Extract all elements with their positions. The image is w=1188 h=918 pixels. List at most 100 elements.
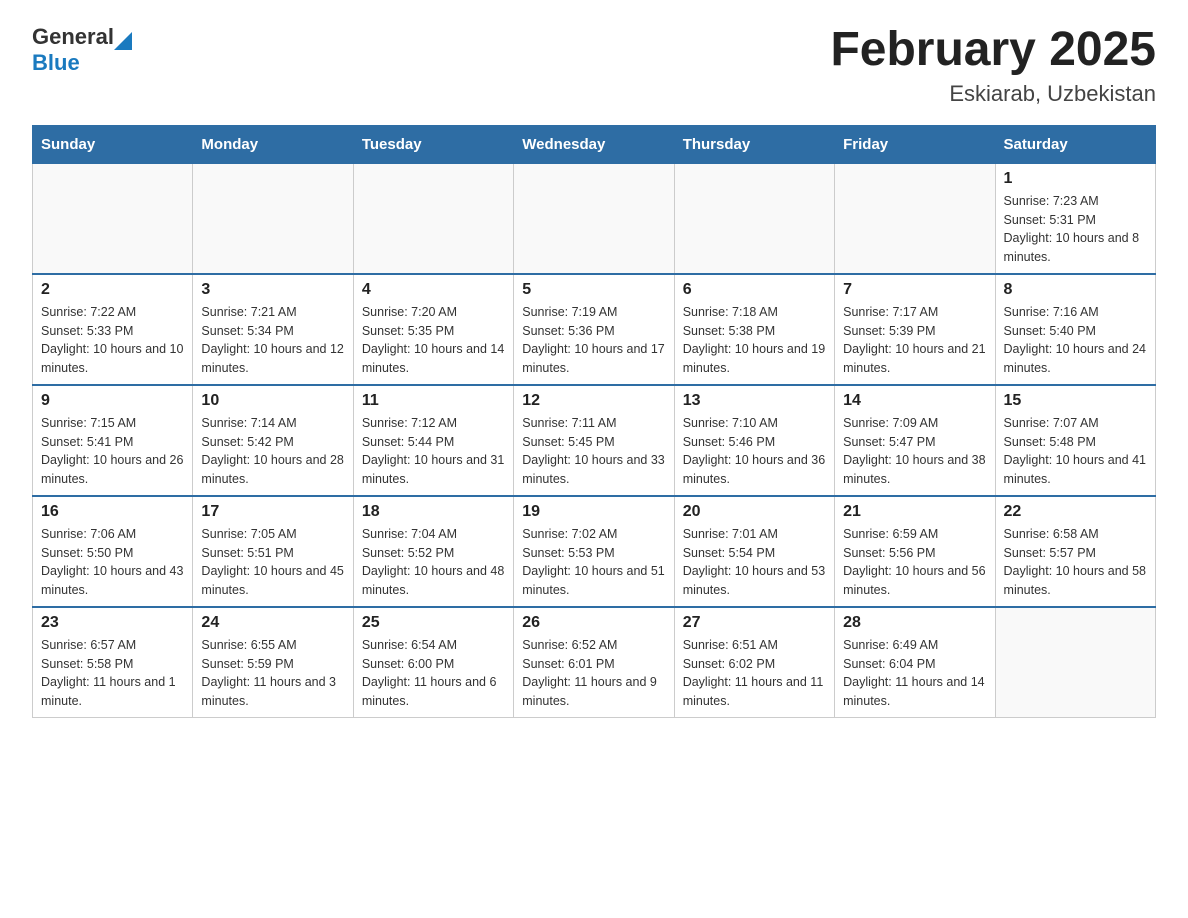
day-info: Sunrise: 6:54 AMSunset: 6:00 PMDaylight:… [362, 636, 505, 711]
table-row: 27 Sunrise: 6:51 AMSunset: 6:02 PMDayligh… [674, 607, 834, 718]
day-number: 27 [683, 614, 826, 632]
day-info: Sunrise: 7:15 AMSunset: 5:41 PMDaylight:… [41, 414, 184, 489]
table-row: 11 Sunrise: 7:12 AMSunset: 5:44 PMDayligh… [353, 385, 513, 496]
table-row: 26Sunrise: 6:52 AMSunset: 6:01 PMDayligh… [514, 607, 674, 718]
calendar-week-3: 9 Sunrise: 7:15 AMSunset: 5:41 PMDaylight… [33, 385, 1156, 496]
table-row: 20Sunrise: 7:01 AMSunset: 5:54 PMDayligh… [674, 496, 834, 607]
day-number: 7 [843, 281, 986, 299]
day-info: Sunrise: 7:16 AMSunset: 5:40 PMDaylight:… [1004, 303, 1147, 378]
day-info: Sunrise: 7:22 AMSunset: 5:33 PMDaylight:… [41, 303, 184, 378]
logo-blue-text: Blue [32, 50, 80, 75]
day-info: Sunrise: 6:57 AMSunset: 5:58 PMDaylight:… [41, 636, 184, 711]
day-info: Sunrise: 6:59 AMSunset: 5:56 PMDaylight:… [843, 525, 986, 600]
table-row: 13Sunrise: 7:10 AMSunset: 5:46 PMDayligh… [674, 385, 834, 496]
day-number: 1 [1004, 170, 1147, 188]
day-number: 2 [41, 281, 184, 299]
day-number: 15 [1004, 392, 1147, 410]
day-info: Sunrise: 7:11 AMSunset: 5:45 PMDaylight:… [522, 414, 665, 489]
table-row: 8Sunrise: 7:16 AMSunset: 5:40 PMDaylight… [995, 274, 1155, 385]
table-row: 25 Sunrise: 6:54 AMSunset: 6:00 PMDayligh… [353, 607, 513, 718]
day-info: Sunrise: 6:55 AMSunset: 5:59 PMDaylight:… [201, 636, 344, 711]
day-number: 22 [1004, 503, 1147, 521]
day-number: 16 [41, 503, 184, 521]
calendar-week-4: 16Sunrise: 7:06 AMSunset: 5:50 PMDayligh… [33, 496, 1156, 607]
day-number: 4 [362, 281, 505, 299]
table-row [353, 163, 513, 274]
table-row: 21 Sunrise: 6:59 AMSunset: 5:56 PMDayligh… [835, 496, 995, 607]
day-number: 3 [201, 281, 344, 299]
day-info: Sunrise: 7:20 AMSunset: 5:35 PMDaylight:… [362, 303, 505, 378]
day-info: Sunrise: 7:17 AMSunset: 5:39 PMDaylight:… [843, 303, 986, 378]
day-number: 23 [41, 614, 184, 632]
day-info: Sunrise: 7:18 AMSunset: 5:38 PMDaylight:… [683, 303, 826, 378]
day-info: Sunrise: 7:19 AMSunset: 5:36 PMDaylight:… [522, 303, 665, 378]
header-monday: Monday [193, 125, 353, 163]
table-row: 10 Sunrise: 7:14 AMSunset: 5:42 PMDayligh… [193, 385, 353, 496]
header-saturday: Saturday [995, 125, 1155, 163]
header-sunday: Sunday [33, 125, 193, 163]
table-row: 22 Sunrise: 6:58 AMSunset: 5:57 PMDayligh… [995, 496, 1155, 607]
header-friday: Friday [835, 125, 995, 163]
table-row: 15 Sunrise: 7:07 AMSunset: 5:48 PMDayligh… [995, 385, 1155, 496]
logo-general-text: General [32, 24, 114, 50]
day-info: Sunrise: 6:58 AMSunset: 5:57 PMDaylight:… [1004, 525, 1147, 600]
calendar-title: February 2025 [830, 24, 1156, 77]
day-info: Sunrise: 6:51 AMSunset: 6:02 PMDaylight:… [683, 636, 826, 711]
day-info: Sunrise: 7:05 AMSunset: 5:51 PMDaylight:… [201, 525, 344, 600]
day-info: Sunrise: 6:49 AMSunset: 6:04 PMDaylight:… [843, 636, 986, 711]
table-row: 1 Sunrise: 7:23 AMSunset: 5:31 PMDaylight… [995, 163, 1155, 274]
day-number: 24 [201, 614, 344, 632]
day-number: 5 [522, 281, 665, 299]
table-row: 28 Sunrise: 6:49 AMSunset: 6:04 PMDayligh… [835, 607, 995, 718]
header-tuesday: Tuesday [353, 125, 513, 163]
table-row: 2 Sunrise: 7:22 AMSunset: 5:33 PMDaylight… [33, 274, 193, 385]
table-row [514, 163, 674, 274]
day-number: 25 [362, 614, 505, 632]
table-row: 9 Sunrise: 7:15 AMSunset: 5:41 PMDaylight… [33, 385, 193, 496]
day-info: Sunrise: 7:01 AMSunset: 5:54 PMDaylight:… [683, 525, 826, 600]
table-row: 4 Sunrise: 7:20 AMSunset: 5:35 PMDaylight… [353, 274, 513, 385]
calendar-week-5: 23 Sunrise: 6:57 AMSunset: 5:58 PMDayligh… [33, 607, 1156, 718]
table-row: 18 Sunrise: 7:04 AMSunset: 5:52 PMDayligh… [353, 496, 513, 607]
calendar-title-block: February 2025 Eskiarab, Uzbekistan [830, 24, 1156, 107]
calendar-subtitle: Eskiarab, Uzbekistan [830, 81, 1156, 107]
table-row [835, 163, 995, 274]
day-number: 26 [522, 614, 665, 632]
day-info: Sunrise: 7:02 AMSunset: 5:53 PMDaylight:… [522, 525, 665, 600]
table-row: 12 Sunrise: 7:11 AMSunset: 5:45 PMDayligh… [514, 385, 674, 496]
page-header: General Blue February 2025 Eskiarab, Uzb… [32, 24, 1156, 107]
table-row: 3 Sunrise: 7:21 AMSunset: 5:34 PMDaylight… [193, 274, 353, 385]
day-number: 18 [362, 503, 505, 521]
table-row: 14Sunrise: 7:09 AMSunset: 5:47 PMDayligh… [835, 385, 995, 496]
day-info: Sunrise: 7:04 AMSunset: 5:52 PMDaylight:… [362, 525, 505, 600]
day-number: 13 [683, 392, 826, 410]
table-row [33, 163, 193, 274]
day-info: Sunrise: 7:12 AMSunset: 5:44 PMDaylight:… [362, 414, 505, 489]
table-row: 16Sunrise: 7:06 AMSunset: 5:50 PMDayligh… [33, 496, 193, 607]
day-info: Sunrise: 7:23 AMSunset: 5:31 PMDaylight:… [1004, 192, 1147, 267]
header-wednesday: Wednesday [514, 125, 674, 163]
calendar-week-2: 2 Sunrise: 7:22 AMSunset: 5:33 PMDaylight… [33, 274, 1156, 385]
table-row: 6 Sunrise: 7:18 AMSunset: 5:38 PMDaylight… [674, 274, 834, 385]
calendar-week-1: 1 Sunrise: 7:23 AMSunset: 5:31 PMDaylight… [33, 163, 1156, 274]
day-info: Sunrise: 7:09 AMSunset: 5:47 PMDaylight:… [843, 414, 986, 489]
table-row [193, 163, 353, 274]
day-number: 11 [362, 392, 505, 410]
day-info: Sunrise: 7:07 AMSunset: 5:48 PMDaylight:… [1004, 414, 1147, 489]
day-info: Sunrise: 7:21 AMSunset: 5:34 PMDaylight:… [201, 303, 344, 378]
day-number: 6 [683, 281, 826, 299]
day-number: 10 [201, 392, 344, 410]
table-row: 23 Sunrise: 6:57 AMSunset: 5:58 PMDayligh… [33, 607, 193, 718]
logo-icon [114, 32, 132, 50]
table-row [995, 607, 1155, 718]
day-number: 12 [522, 392, 665, 410]
day-info: Sunrise: 7:14 AMSunset: 5:42 PMDaylight:… [201, 414, 344, 489]
day-number: 21 [843, 503, 986, 521]
table-row: 5 Sunrise: 7:19 AMSunset: 5:36 PMDaylight… [514, 274, 674, 385]
table-row [674, 163, 834, 274]
table-row: 17 Sunrise: 7:05 AMSunset: 5:51 PMDayligh… [193, 496, 353, 607]
day-number: 28 [843, 614, 986, 632]
day-number: 9 [41, 392, 184, 410]
logo: General Blue [32, 24, 132, 76]
day-number: 17 [201, 503, 344, 521]
